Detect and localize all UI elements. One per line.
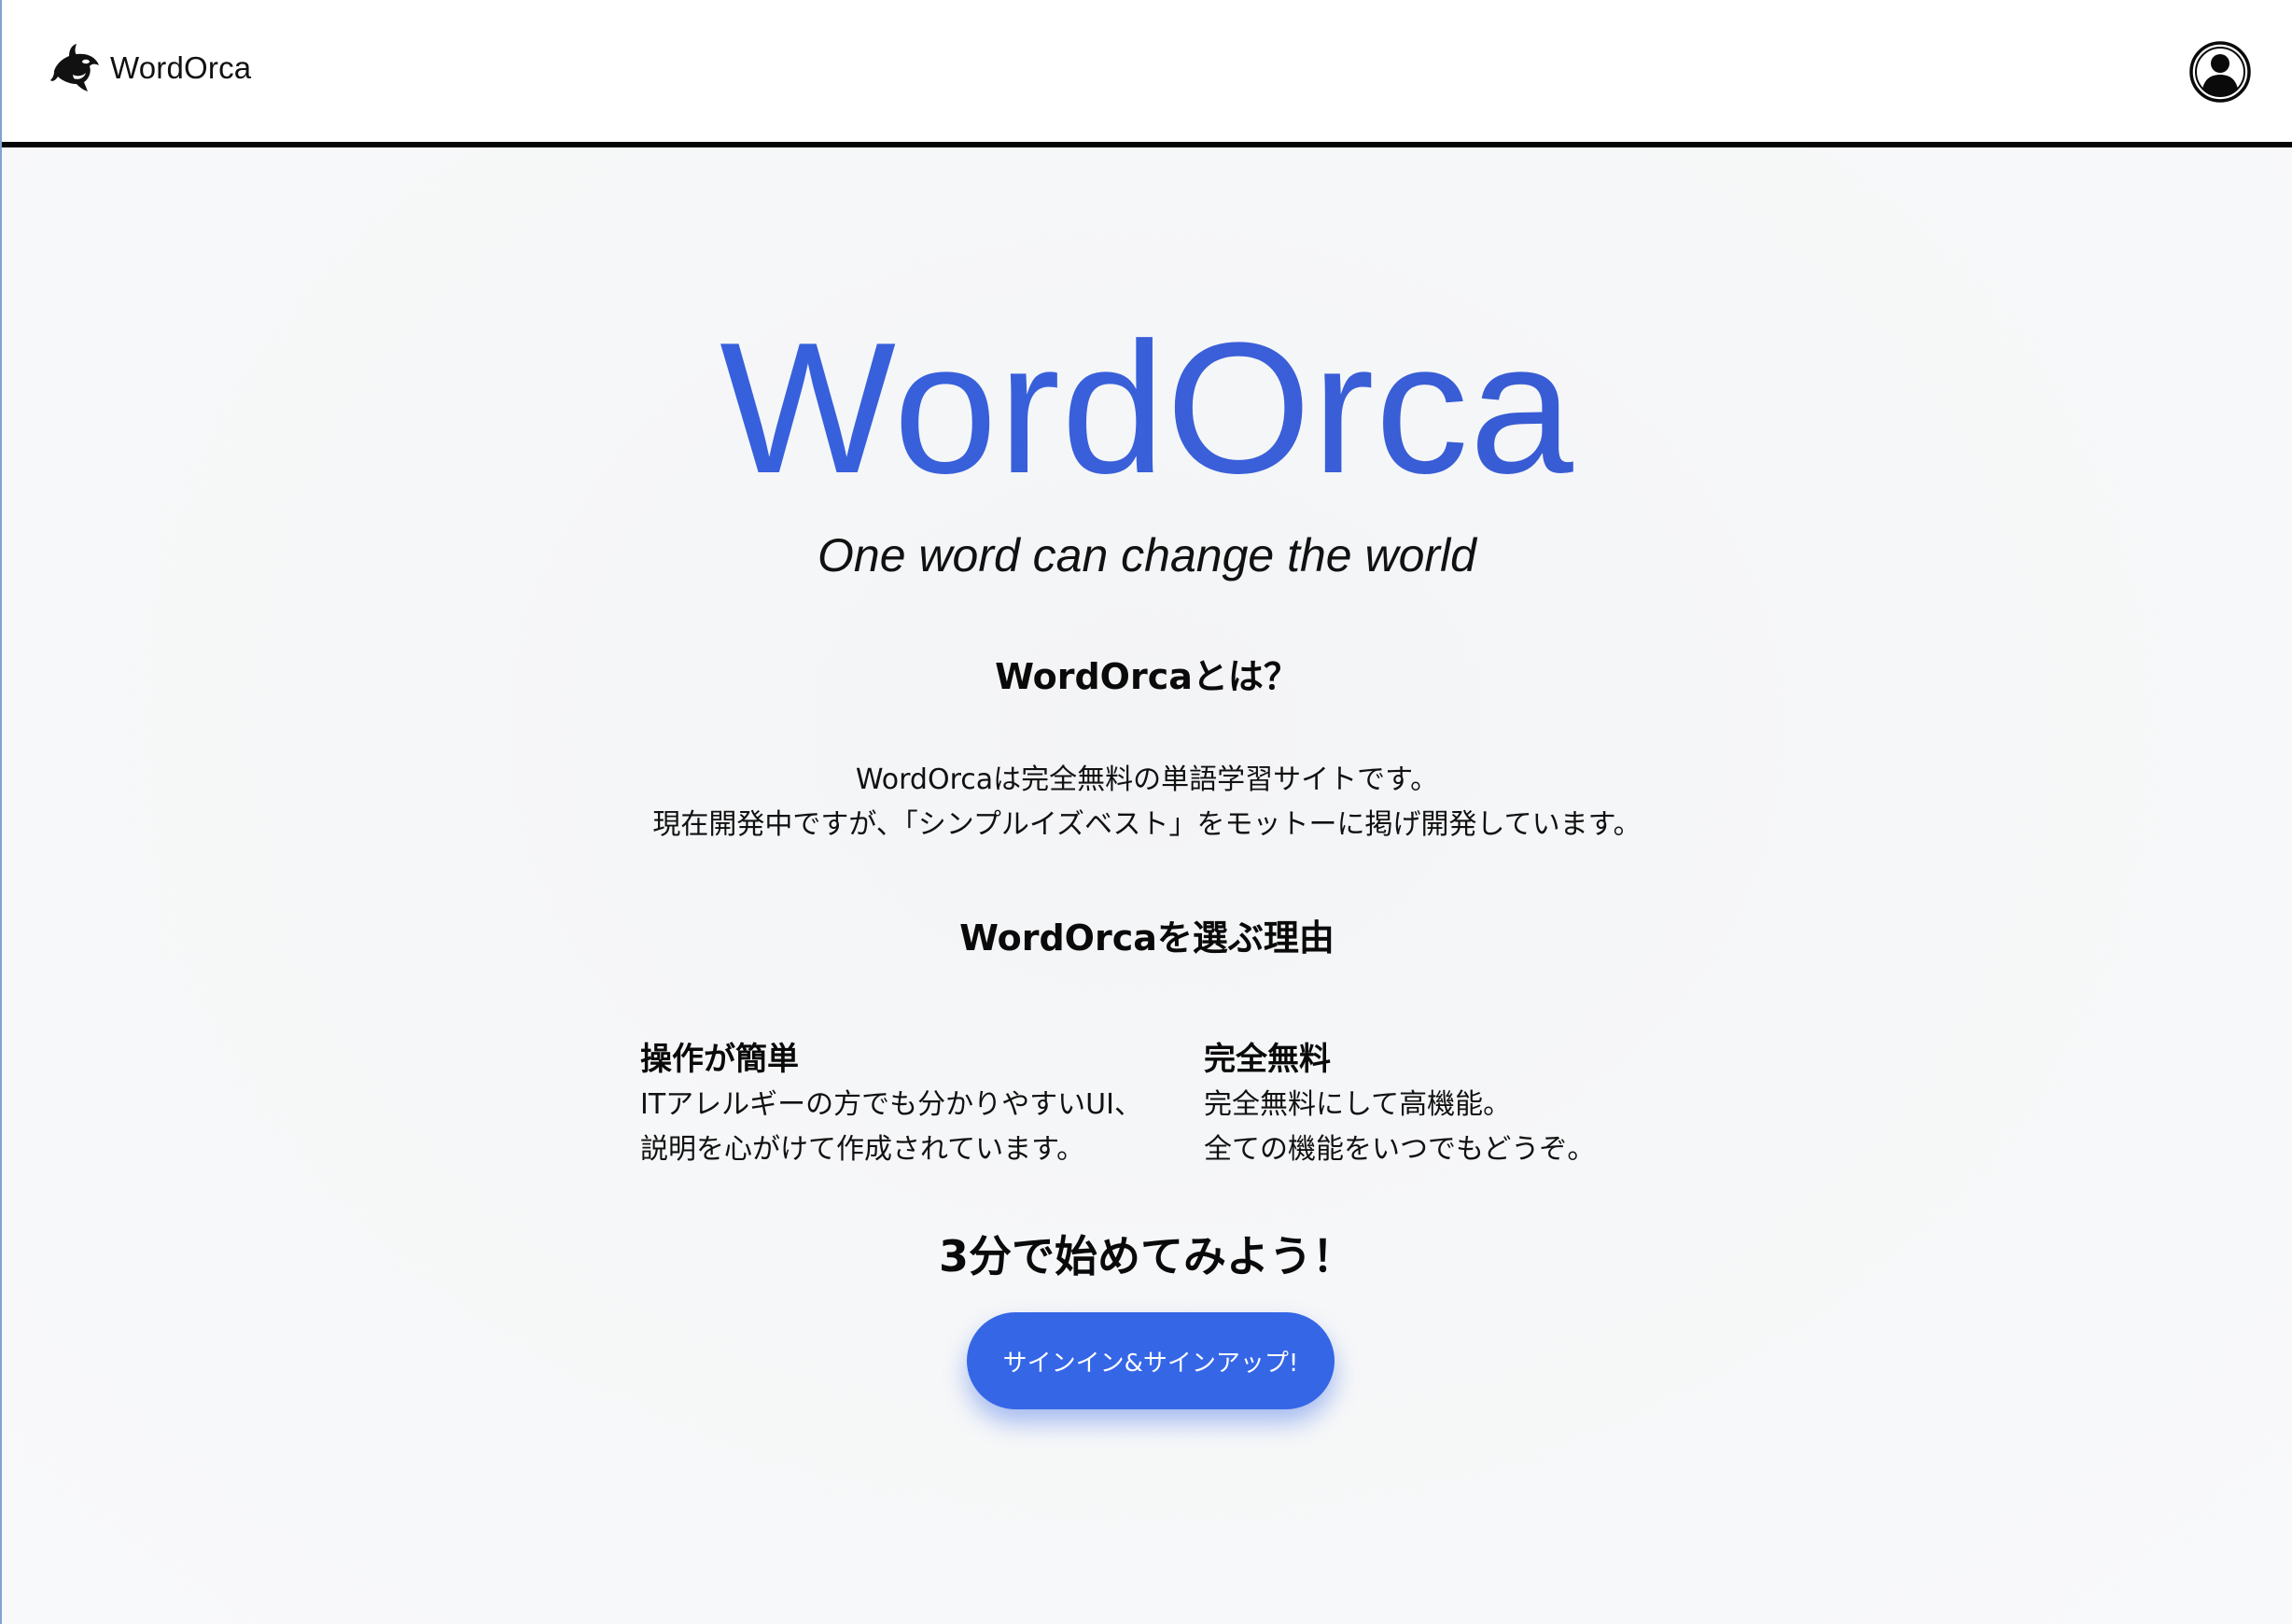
- feature-easy-operation: 操作が簡単 ITアレルギーの方でも分かりやすいUI、 説明を心がけて作成されてい…: [640, 1036, 1163, 1172]
- feature-description-line: ITアレルギーの方でも分かりやすいUI、: [640, 1088, 1142, 1121]
- signin-signup-button[interactable]: サインイン&サインアップ!: [967, 1312, 1335, 1409]
- reasons-heading: WordOrcaを選ぶ理由: [959, 917, 1335, 959]
- brand-link[interactable]: WordOrca: [49, 43, 251, 93]
- hero-title: WordOrca: [2, 315, 2292, 502]
- navbar: WordOrca: [2, 0, 2292, 147]
- feature-completely-free: 完全無料 完全無料にして高機能。 全ての機能をいつでもどうぞ。: [1204, 1036, 1726, 1172]
- about-description: WordOrcaは完全無料の単語学習サイトです。 現在開発中ですが、「シンプルイ…: [2, 758, 2292, 847]
- orca-icon: [49, 43, 103, 93]
- cta-heading: 3分で始めてみよう！: [938, 1231, 1355, 1281]
- about-heading: WordOrcaとは？: [995, 656, 1299, 697]
- about-line: 現在開発中ですが、「シンプルイズベスト」をモットーに掲げ開発しています。: [652, 808, 1642, 841]
- landing-page: WordOrca WordOrca One word can change th…: [0, 0, 2292, 1624]
- feature-title: 操作が簡単: [640, 1041, 799, 1078]
- user-avatar-button[interactable]: [2189, 41, 2251, 103]
- feature-description-line: 全ての機能をいつでもどうぞ。: [1204, 1133, 1596, 1166]
- feature-description-line: 説明を心がけて作成されています。: [640, 1133, 1085, 1166]
- user-avatar-icon: [2189, 41, 2251, 103]
- feature-description-line: 完全無料にして高機能。: [1204, 1088, 1512, 1121]
- about-line: WordOrcaは完全無料の単語学習サイトです。: [855, 763, 1439, 796]
- features-list: 操作が簡単 ITアレルギーの方でも分かりやすいUI、 説明を心がけて作成されてい…: [640, 1036, 1667, 1176]
- feature-title: 完全無料: [1204, 1041, 1331, 1078]
- brand-name: WordOrca: [110, 50, 252, 85]
- hero-tagline: One word can change the world: [818, 529, 1476, 581]
